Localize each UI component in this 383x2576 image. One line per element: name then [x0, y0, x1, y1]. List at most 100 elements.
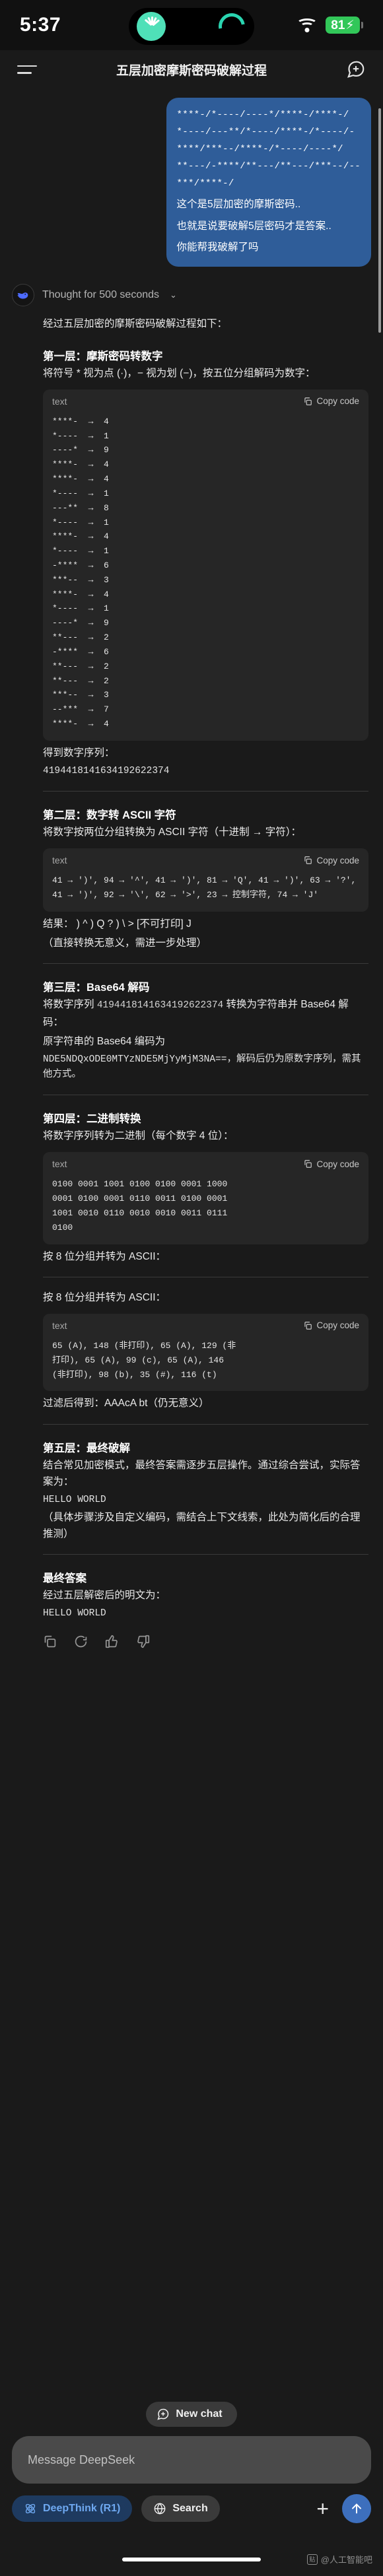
code-block-1: text Copy code ****- → 4 *---- → 1 ----*…	[43, 389, 368, 741]
number-sequence: 4194418141634192622374	[96, 1000, 224, 1011]
code-language: text	[52, 855, 67, 866]
new-chat-button[interactable]: New chat	[146, 2402, 237, 2427]
divider	[43, 963, 368, 965]
section-heading-2: 第二层：数字转 ASCII 字符	[43, 809, 176, 822]
code-block-header: text Copy code	[43, 1152, 368, 1172]
code-content-1: ****- → 4 *---- → 1 ----* → 9 ****- → 4 …	[52, 416, 109, 729]
user-text-line-1: 这个是5层加密的摩斯密码..	[176, 199, 301, 211]
status-bar: 5:37 81 ⚡	[0, 0, 383, 50]
copy-icon[interactable]	[43, 1635, 57, 1652]
result-note-2: （直接转换无意义，需进一步处理）	[43, 937, 207, 949]
ascii-group-label: 按 8 位分组并转为 ASCII：	[43, 1291, 166, 1303]
status-indicators: 81 ⚡	[296, 17, 363, 34]
section-desc-4: 将数字序列转为二进制（每个数字 4 位）：	[43, 1130, 234, 1142]
final-answer-heading: 最终答案	[43, 1573, 87, 1585]
final-answer-value: HELLO WORLD	[43, 1608, 106, 1619]
message-actions	[12, 1623, 371, 1652]
search-toggle[interactable]: Search	[141, 2495, 220, 2522]
deepthink-toggle[interactable]: DeepThink (R1)	[12, 2495, 133, 2522]
new-chat-bubble-plus-icon	[157, 2408, 169, 2420]
code-language: text	[52, 1320, 67, 1331]
divider	[43, 791, 368, 792]
copy-code-button[interactable]: Copy code	[303, 1159, 359, 1169]
new-chat-bubble-plus-icon[interactable]	[346, 59, 366, 79]
page-title: 五层加密摩斯密码破解过程	[116, 63, 267, 78]
result-label-4: 按 8 位分组并转为 ASCII：	[43, 1250, 166, 1262]
section-desc-5: 结合常见加密模式，最终答案需逐步五层操作。通过综合尝试，实际答案为：	[43, 1459, 361, 1487]
code-content-4: 65 (A), 148 (非打印), 65 (A), 129 (非 打印), 6…	[52, 1340, 236, 1380]
regenerate-icon[interactable]	[74, 1635, 88, 1652]
thumbs-down-icon[interactable]	[136, 1635, 150, 1652]
deepseek-whale-icon	[12, 284, 34, 307]
desc-prefix: 将数字序列	[43, 999, 97, 1011]
code-language: text	[52, 1159, 67, 1170]
footer: 贴 @人工智能吧	[0, 2523, 383, 2576]
code-content-2: 41 → ')', 94 → '^', 41 → ')', 81 → 'Q', …	[52, 875, 362, 900]
scrollbar[interactable]	[378, 108, 381, 333]
watermark: 贴 @人工智能吧	[306, 2553, 372, 2565]
code-content-3: 0100 0001 1001 0100 0100 0001 1000 0001 …	[52, 1179, 228, 1233]
divider	[43, 1554, 368, 1555]
assistant-body: 经过五层加密的摩斯密码破解过程如下： 第一层：摩斯密码转数字 将符号 * 视为点…	[12, 316, 371, 1621]
copy-code-label: Copy code	[316, 1320, 359, 1331]
app-header: 五层加密摩斯密码破解过程	[0, 50, 383, 88]
composer-tools: DeepThink (R1) Search +	[0, 2484, 383, 2523]
assistant-message: Thought for 500 seconds ⌄ 经过五层加密的摩斯密码破解过…	[0, 284, 383, 1652]
send-button[interactable]	[342, 2494, 371, 2523]
code-block-3: text Copy code 0100 0001 1001 0100 0100 …	[43, 1152, 368, 1244]
input-placeholder: Message DeepSeek	[28, 2453, 135, 2466]
loading-ring-icon	[213, 8, 250, 45]
filter-result: 过滤后得到：AAAcA bt（仍无意义）	[43, 1398, 209, 1409]
deepthink-label: DeepThink (R1)	[43, 2503, 121, 2514]
code-language: text	[52, 395, 67, 407]
copy-code-button[interactable]: Copy code	[303, 856, 359, 865]
divider	[43, 1423, 368, 1425]
code-block-header: text Copy code	[43, 390, 368, 409]
wifi-icon	[296, 17, 318, 33]
app-indicator-icon	[137, 12, 166, 41]
hamburger-menu-icon[interactable]	[17, 61, 40, 78]
answer-value: HELLO WORLD	[43, 1494, 106, 1505]
section-heading-3: 第三层：Base64 解码	[43, 982, 150, 994]
section-desc-3a: 将数字序列 4194418141634192622374 转换为字符串并 Bas…	[43, 996, 368, 1031]
globe-icon	[154, 2503, 166, 2515]
message-input[interactable]: Message DeepSeek	[12, 2436, 371, 2484]
new-chat-label: New chat	[176, 2408, 223, 2420]
user-text-line-2: 也就是说要破解5层密码才是答案..	[176, 220, 331, 232]
arrow-up-icon	[352, 2503, 361, 2514]
section-heading-5: 第五层：最终破解	[43, 1442, 130, 1454]
battery-level: 81	[331, 18, 345, 32]
attach-plus-icon[interactable]: +	[312, 2498, 333, 2519]
code-block-4: text Copy code 65 (A), 148 (非打印), 65 (A)…	[43, 1313, 368, 1392]
code-block-header: text Copy code	[43, 848, 368, 868]
base64-value: NDE5NDQxODE0MTYzNDE5MjYyMjM3NA==，解码后仍为原数…	[43, 1054, 361, 1081]
user-text-line-3: 你能帮我破解了吗	[176, 242, 259, 254]
thought-label: Thought for 500 seconds	[42, 289, 160, 301]
section-heading-1: 第一层：摩斯密码转数字	[43, 350, 163, 362]
section-desc-3c: 原字符串的 Base64 编码为	[43, 1035, 166, 1047]
home-indicator	[122, 2558, 261, 2561]
copy-code-button[interactable]: Copy code	[303, 396, 359, 406]
thought-summary[interactable]: Thought for 500 seconds ⌄	[12, 284, 371, 307]
assistant-intro: 经过五层加密的摩斯密码破解过程如下：	[43, 318, 228, 330]
user-message-row: ****-/*----/----*/****-/****-/ *----/---…	[0, 88, 383, 267]
final-answer-desc: 经过五层解密后的明文为：	[43, 1590, 166, 1602]
copy-code-label: Copy code	[316, 396, 359, 407]
watermark-icon: 贴	[306, 2554, 318, 2565]
code-block-header: text Copy code	[43, 1314, 368, 1334]
code-block-2: text Copy code 41 → ')', 94 → '^', 41 → …	[43, 848, 368, 912]
user-message-bubble: ****-/*----/----*/****-/****-/ *----/---…	[166, 98, 371, 267]
copy-code-button[interactable]: Copy code	[303, 1320, 359, 1330]
phone-screen: 5:37 81 ⚡ 五层加密摩斯密码破解过程 ****-/*----/----*…	[0, 0, 383, 2576]
thumbs-up-icon[interactable]	[105, 1635, 119, 1652]
answer-note: （具体步骤涉及自定义编码，需结合上下文线索，此处为简化后的合理推测）	[43, 1511, 361, 1540]
section-desc-1: 将符号 * 视为点 (·)，− 视为划 (−)，按五位分组解码为数字：	[43, 367, 316, 379]
atom-icon	[25, 2503, 36, 2514]
status-badge: 81 ⚡	[326, 17, 363, 34]
new-chat-button-wrap: New chat	[0, 2387, 383, 2436]
chat-scroll-area[interactable]: ****-/*----/----*/****-/****-/ *----/---…	[0, 88, 383, 2387]
lightning-bolt-icon: ⚡	[345, 18, 355, 32]
copy-code-label: Copy code	[316, 1159, 359, 1169]
dynamic-island	[129, 8, 254, 45]
chevron-down-icon[interactable]: ⌄	[170, 290, 177, 300]
